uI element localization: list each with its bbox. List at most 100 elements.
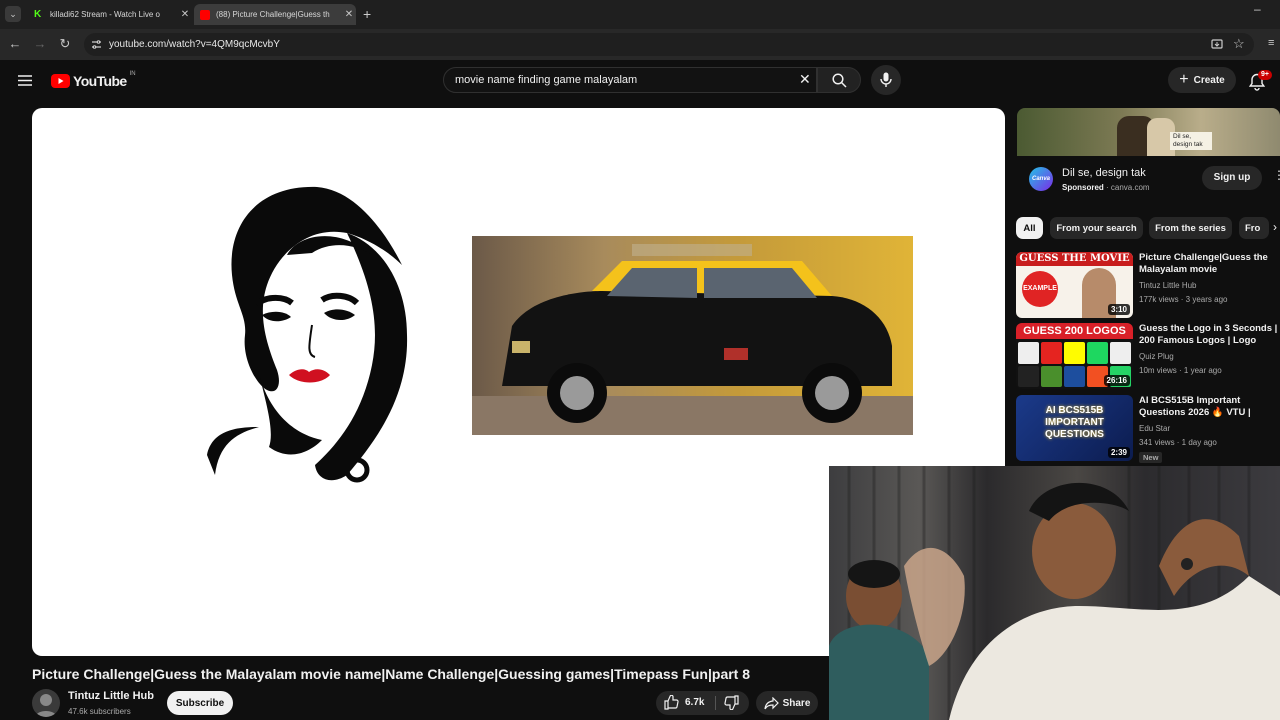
forward-icon[interactable]: → — [33, 37, 47, 51]
recommendation-meta: 341 views · 1 day ago — [1139, 438, 1217, 447]
search-button[interactable] — [817, 67, 861, 93]
thumbs-up-icon — [664, 695, 679, 710]
search-box[interactable]: movie name finding game malayalam ✕ — [443, 67, 817, 93]
reload-icon[interactable]: ↻ — [58, 37, 72, 51]
ad-domain: canva.com — [1110, 183, 1150, 192]
example-badge: EXAMPLE — [1022, 271, 1058, 307]
recommendation-meta: 177k views · 3 years ago — [1139, 295, 1228, 304]
search-input[interactable]: movie name finding game malayalam — [455, 74, 637, 86]
like-divider — [715, 696, 716, 710]
recommendation-channel[interactable]: Quiz Plug — [1139, 352, 1174, 361]
microphone-icon — [880, 72, 892, 87]
create-label: Create — [1193, 74, 1225, 86]
recommendation-channel[interactable]: Edu Star — [1139, 424, 1170, 433]
site-info-icon[interactable] — [91, 39, 102, 50]
recommendation-channel[interactable]: Tintuz Little Hub — [1139, 281, 1197, 290]
youtube-favicon-icon — [200, 9, 210, 20]
canva-logo: Canva — [1029, 167, 1053, 191]
video-thumbnail[interactable]: AI BCS515B IMPORTANT QUESTIONS 2:39 — [1016, 395, 1133, 461]
youtube-wordmark: YouTube — [73, 73, 127, 89]
thumbnail-banner: AI BCS515B IMPORTANT QUESTIONS — [1045, 405, 1104, 440]
subscribe-button[interactable]: Subscribe — [167, 691, 233, 715]
tab-title: (88) Picture Challenge|Guess th — [216, 10, 330, 19]
browser-toolbar: ← → ↻ youtube.com/watch?v=4QM9qcMcvbY ☆ … — [0, 29, 1280, 60]
new-tab-button[interactable]: + — [363, 6, 371, 22]
video-duration: 26:16 — [1103, 375, 1130, 386]
notifications-button[interactable]: 9+ — [1248, 70, 1272, 93]
chevron-right-icon[interactable]: › — [1273, 220, 1277, 234]
thumbnail-banner: GUESS THE MOVIE — [1016, 252, 1133, 266]
address-bar[interactable]: youtube.com/watch?v=4QM9qcMcvbY ☆ — [84, 33, 1254, 56]
chip-from-your-search[interactable]: From your search — [1050, 217, 1143, 239]
video-duration: 2:39 — [1107, 447, 1130, 458]
channel-name[interactable]: Tintuz Little Hub — [68, 690, 154, 702]
person-avatar-icon — [35, 694, 57, 717]
video-thumbnail[interactable]: GUESS 200 LOGOS 26:16 — [1016, 323, 1133, 389]
ad-sponsor-line: Sponsored · canva.com — [1062, 183, 1150, 192]
subscriber-count: 47.6k subscribers — [68, 707, 131, 716]
kick-favicon-icon: K — [34, 9, 44, 20]
ad-signup-button[interactable]: Sign up — [1202, 166, 1262, 190]
browser-tab-bar: ⌄ K killadi62 Stream - Watch Live o ✕ (8… — [0, 0, 1280, 29]
recommendation-item[interactable]: AI BCS515B IMPORTANT QUESTIONS 2:39 AI B… — [1016, 395, 1280, 463]
like-count: 6.7k — [685, 697, 705, 708]
webcam-overlay — [829, 466, 1280, 720]
chip-more[interactable]: Fro — [1239, 217, 1269, 239]
tab-list-dropdown[interactable]: ⌄ — [5, 6, 21, 22]
youtube-play-logo-icon — [51, 74, 70, 88]
ad-image-caption: Dil se, design tak — [1170, 132, 1212, 150]
recommendation-title[interactable]: Guess the Logo in 3 Seconds | 200 Famous… — [1139, 323, 1280, 347]
tab-title: killadi62 Stream - Watch Live o — [50, 10, 160, 19]
recommendation-meta: 10m views · 1 year ago — [1139, 366, 1222, 375]
thumbs-down-icon — [724, 695, 739, 711]
tab-youtube-active[interactable]: (88) Picture Challenge|Guess th ✕ — [194, 4, 356, 25]
plus-icon: + — [1179, 71, 1189, 88]
recommendation-title[interactable]: Picture Challenge|Guess the Malayalam mo… — [1139, 252, 1280, 276]
dislike-button[interactable] — [724, 695, 739, 715]
install-app-icon[interactable] — [1211, 39, 1223, 50]
share-button[interactable]: Share — [756, 691, 818, 715]
minimize-window-icon[interactable]: – — [1254, 2, 1261, 16]
chip-from-the-series[interactable]: From the series — [1149, 217, 1232, 239]
side-panel-icon[interactable]: ≡ — [1268, 37, 1274, 49]
notification-count-badge: 9+ — [1258, 70, 1272, 80]
taxi-photo — [472, 236, 913, 435]
ad-image: Dil se, design tak — [1017, 108, 1280, 156]
url-text: youtube.com/watch?v=4QM9qcMcvbY — [109, 39, 280, 50]
recommendation-title[interactable]: AI BCS515B Important Questions 2026 🔥 VT… — [1139, 395, 1280, 419]
voice-search-button[interactable] — [871, 65, 901, 95]
like-dislike-group: 6.7k — [656, 691, 749, 715]
create-button[interactable]: + Create — [1168, 67, 1236, 93]
thumbnail-banner: GUESS 200 LOGOS — [1016, 323, 1133, 339]
back-icon[interactable]: ← — [8, 37, 22, 51]
recommendation-item[interactable]: GUESS 200 LOGOS 26:16 Guess the Logo in … — [1016, 323, 1280, 389]
hamburger-menu-icon[interactable] — [18, 75, 32, 86]
share-arrow-icon — [763, 696, 779, 709]
video-thumbnail[interactable]: GUESS THE MOVIE EXAMPLE 3:10 — [1016, 252, 1133, 318]
search-icon — [832, 73, 847, 88]
video-duration: 3:10 — [1107, 304, 1130, 315]
youtube-logo[interactable]: YouTube IN — [51, 71, 136, 90]
tab-kick-stream[interactable]: K killadi62 Stream - Watch Live o ✕ — [28, 4, 192, 25]
ad-title: Dil se, design tak — [1062, 167, 1146, 179]
country-code: IN — [129, 71, 136, 77]
webcam-people-image — [829, 466, 1280, 720]
channel-avatar[interactable] — [32, 689, 60, 717]
chip-all[interactable]: All — [1016, 217, 1043, 239]
sponsored-label: Sponsored — [1062, 183, 1104, 192]
youtube-masthead: YouTube IN movie name finding game malay… — [0, 60, 1280, 104]
share-label: Share — [782, 697, 811, 709]
video-title: Picture Challenge|Guess the Malayalam mo… — [32, 666, 751, 682]
close-tab-icon[interactable]: ✕ — [178, 9, 192, 20]
bookmark-star-icon[interactable]: ☆ — [1233, 36, 1245, 52]
filter-chips: All From your search From the series Fro… — [1016, 217, 1280, 239]
new-badge: New — [1139, 452, 1163, 463]
recommendation-item[interactable]: GUESS THE MOVIE EXAMPLE 3:10 Picture Cha… — [1016, 252, 1280, 318]
taxi-car-image — [472, 236, 913, 435]
woman-face-illustration — [207, 186, 408, 483]
sponsored-ad[interactable]: Dil se, design tak Canva Dil se, design … — [1017, 108, 1280, 204]
clear-search-icon[interactable]: ✕ — [799, 71, 811, 88]
close-tab-icon[interactable]: ✕ — [342, 9, 356, 20]
like-button[interactable]: 6.7k — [664, 695, 704, 710]
ad-more-options-icon[interactable]: ⋮ — [1273, 169, 1280, 181]
